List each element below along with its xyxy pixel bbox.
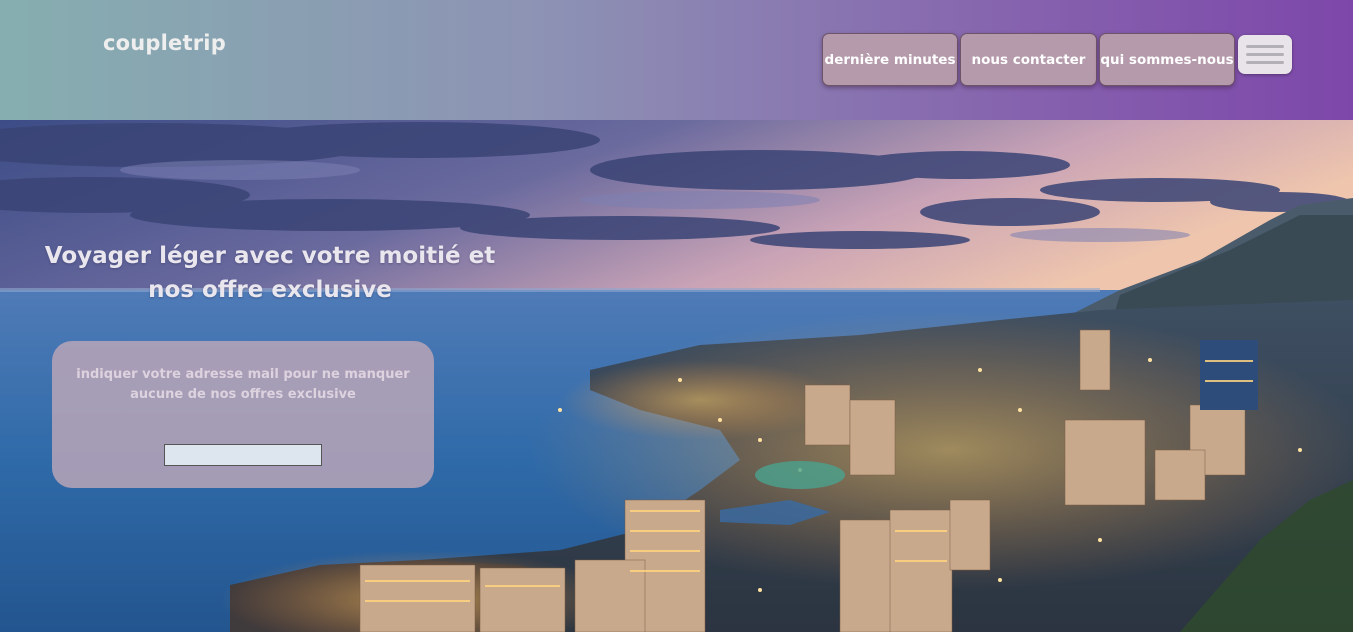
menu-line	[1246, 45, 1284, 48]
newsletter-prompt-line: aucune de nos offres exclusive	[130, 387, 356, 402]
newsletter-signup-box: indiquer votre adresse mail pour ne manq…	[52, 341, 434, 488]
top-header: coupletrip dernière minutes nous contact…	[0, 0, 1353, 120]
hero-title-line: Voyager léger avec votre moitié et	[44, 243, 496, 269]
menu-line	[1246, 53, 1284, 56]
nav-button-last-minute[interactable]: dernière minutes	[822, 33, 958, 86]
main-nav: dernière minutes nous contacter qui somm…	[822, 33, 1235, 86]
newsletter-prompt-line: indiquer votre adresse mail pour ne manq…	[76, 367, 410, 382]
nav-button-contact[interactable]: nous contacter	[960, 33, 1097, 86]
newsletter-prompt: indiquer votre adresse mail pour ne manq…	[68, 365, 418, 405]
email-input[interactable]	[164, 444, 322, 466]
hamburger-menu-icon[interactable]	[1238, 35, 1292, 74]
menu-line	[1246, 61, 1284, 64]
hero-title-line: nos offre exclusive	[148, 277, 392, 303]
nav-button-about[interactable]: qui sommes-nous	[1099, 33, 1235, 86]
site-logo-text[interactable]: coupletrip	[103, 31, 226, 55]
hero-title: Voyager léger avec votre moitié et nos o…	[38, 239, 502, 307]
hero-section: Voyager léger avec votre moitié et nos o…	[0, 120, 1353, 632]
